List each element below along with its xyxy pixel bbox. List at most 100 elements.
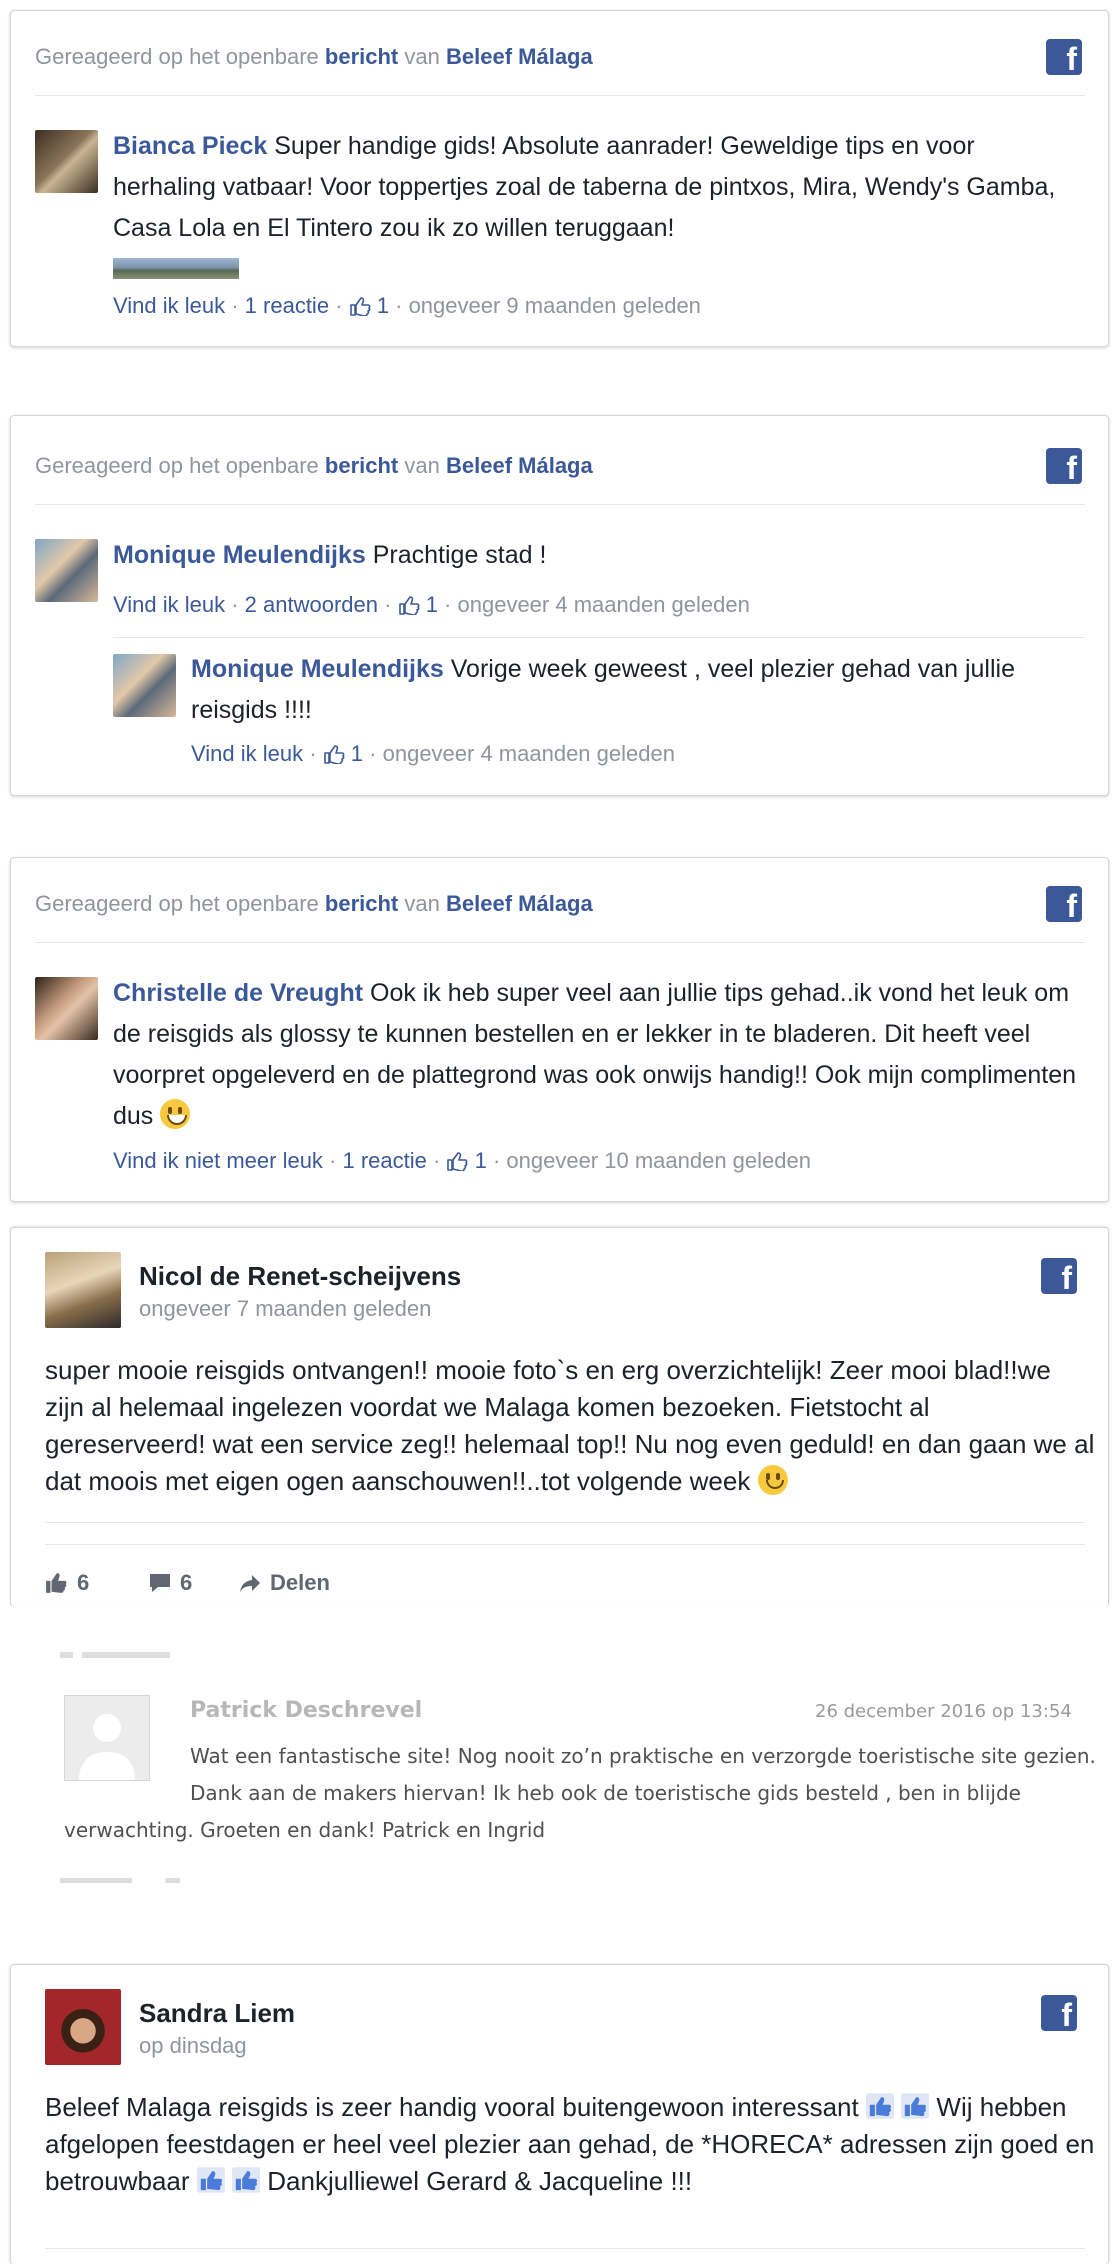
post-body: Beleef Malaga reisgids is zeer handig vo… <box>45 2089 1095 2200</box>
replies-link[interactable]: 2 antwoorden <box>245 592 378 617</box>
page-link[interactable]: Beleef Málaga <box>446 453 593 478</box>
comment-meta: Vind ik leuk · 1 reactie · 1 · ongeveer … <box>113 293 701 318</box>
divider <box>35 95 1085 96</box>
thumbs-up-icon <box>232 2167 260 2193</box>
replies-link[interactable]: 1 reactie <box>343 1148 427 1173</box>
post-card-sandra: Sandra Liem op dinsdag f Beleef Malaga r… <box>10 1964 1109 2264</box>
smiling-face-icon <box>757 1465 788 1495</box>
comment-card-monique: Gereageerd op het openbare bericht van B… <box>10 415 1109 796</box>
comment-author[interactable]: Bianca Pieck <box>113 132 267 160</box>
thumbs-up-icon <box>398 595 420 615</box>
post-text-3: Dankjulliewel Gerard & Jacqueline !!! <box>267 2166 693 2196</box>
thumbs-up-icon <box>46 1573 67 1593</box>
grinning-face-icon <box>160 1099 191 1129</box>
share-label: Delen <box>270 1570 330 1595</box>
comment-line-2: Dank aan de makers hiervan! Ik heb ook d… <box>190 1781 1021 1805</box>
comment-date[interactable]: 26 december 2016 op 13:54 <box>815 1701 1072 1722</box>
comment-meta: Vind ik niet meer leuk · 1 reactie · 1 ·… <box>113 1148 811 1173</box>
comment-meta: Vind ik leuk · 2 antwoorden · 1 · ongeve… <box>113 592 750 617</box>
divider <box>35 504 1085 505</box>
thumbs-up-icon <box>446 1151 468 1171</box>
reply-avatar[interactable] <box>113 654 176 717</box>
replies-link[interactable]: 1 reactie <box>245 293 329 318</box>
post-text: super mooie reisgids ontvangen!! mooie f… <box>45 1355 1095 1496</box>
timestamp: ongeveer 9 maanden geleden <box>408 293 701 318</box>
reply-like-link[interactable]: Vind ik leuk <box>191 741 303 766</box>
reply-divider <box>113 637 1085 638</box>
cut-text-bottom <box>60 1878 180 1883</box>
reply-text: Monique Meulendijks Vorige week geweest … <box>191 649 1081 731</box>
reply-meta: Vind ik leuk · 1 · ongeveer 4 maanden ge… <box>191 741 675 766</box>
author-name[interactable]: Sandra Liem <box>139 1998 295 2029</box>
comment-bubble-icon <box>150 1574 170 1592</box>
like-count[interactable]: 1 <box>377 293 389 318</box>
like-count: 6 <box>77 1570 90 1595</box>
facebook-icon[interactable]: f <box>1041 1258 1077 1294</box>
site-comment-patrick: Patrick Deschrevel 26 december 2016 op 1… <box>0 1640 1120 1890</box>
attached-photo[interactable] <box>113 258 239 279</box>
cut-text-top <box>60 1652 170 1658</box>
header-prefix: Gereageerd op het openbare <box>35 891 319 916</box>
facebook-icon[interactable]: f <box>1046 886 1082 922</box>
avatar[interactable] <box>35 539 98 602</box>
divider <box>45 1544 1085 1545</box>
comment-author[interactable]: Monique Meulendijks <box>113 541 366 569</box>
facebook-icon[interactable]: f <box>1046 39 1082 75</box>
author-name[interactable]: Patrick Deschrevel <box>190 1698 422 1723</box>
user-silhouette-icon <box>79 1714 135 1780</box>
post-card-nicol: Nicol de Renet-scheijvens ongeveer 7 maa… <box>10 1227 1109 1607</box>
header-middle: van <box>404 453 440 478</box>
like-link[interactable]: Vind ik leuk <box>113 592 225 617</box>
avatar[interactable] <box>45 1252 121 1328</box>
avatar[interactable] <box>35 130 98 193</box>
comment-count: 6 <box>180 1570 193 1595</box>
author-name[interactable]: Nicol de Renet-scheijvens <box>139 1261 461 1292</box>
header-prefix: Gereageerd op het openbare <box>35 44 319 69</box>
thumbs-up-icon <box>197 2167 225 2193</box>
page-link[interactable]: Beleef Málaga <box>446 891 593 916</box>
facebook-icon[interactable]: f <box>1046 448 1082 484</box>
page-link[interactable]: Beleef Málaga <box>446 44 593 69</box>
like-action[interactable]: 6 <box>45 1570 89 1596</box>
share-action[interactable]: Delen <box>238 1570 330 1596</box>
post-link[interactable]: bericht <box>325 453 398 478</box>
post-link[interactable]: bericht <box>325 891 398 916</box>
card-header: Gereageerd op het openbare bericht van B… <box>35 453 593 479</box>
divider <box>35 942 1085 943</box>
timestamp: ongeveer 10 maanden geleden <box>506 1148 811 1173</box>
comment-line-1: Wat een fantastische site! Nog nooit zo’… <box>190 1744 1096 1768</box>
timestamp[interactable]: op dinsdag <box>139 2033 247 2059</box>
unlike-link[interactable]: Vind ik niet meer leuk <box>113 1148 323 1173</box>
facebook-icon[interactable]: f <box>1041 1995 1077 2031</box>
reply-author[interactable]: Monique Meulendijks <box>191 655 444 683</box>
header-prefix: Gereageerd op het openbare <box>35 453 319 478</box>
thumbs-up-icon <box>901 2093 929 2119</box>
thumbs-up-icon <box>323 744 345 764</box>
divider <box>45 2248 1085 2249</box>
like-count[interactable]: 1 <box>426 592 438 617</box>
thumbs-up-icon <box>866 2093 894 2119</box>
header-middle: van <box>404 44 440 69</box>
avatar[interactable] <box>45 1989 121 2065</box>
timestamp[interactable]: ongeveer 7 maanden geleden <box>139 1296 431 1322</box>
avatar-placeholder[interactable] <box>64 1695 150 1781</box>
avatar[interactable] <box>35 977 98 1040</box>
comment-author[interactable]: Christelle de Vreught <box>113 979 363 1007</box>
share-arrow-icon <box>240 1575 260 1592</box>
like-count[interactable]: 1 <box>475 1148 487 1173</box>
comment-text: Bianca Pieck Super handige gids! Absolut… <box>113 126 1083 249</box>
post-text-1: Beleef Malaga reisgids is zeer handig vo… <box>45 2092 859 2122</box>
comment-text: Monique Meulendijks Prachtige stad ! <box>113 535 1083 576</box>
card-header: Gereageerd op het openbare bericht van B… <box>35 44 593 70</box>
divider <box>45 1522 1085 1523</box>
comment-action[interactable]: 6 <box>148 1570 192 1596</box>
like-link[interactable]: Vind ik leuk <box>113 293 225 318</box>
comment-line-3: verwachting. Groeten en dank! Patrick en… <box>64 1818 546 1842</box>
post-body: super mooie reisgids ontvangen!! mooie f… <box>45 1352 1095 1500</box>
post-link[interactable]: bericht <box>325 44 398 69</box>
comment-text: Christelle de Vreught Ook ik heb super v… <box>113 973 1088 1137</box>
reply-like-count[interactable]: 1 <box>351 741 363 766</box>
comment-card-christelle: Gereageerd op het openbare bericht van B… <box>10 857 1109 1202</box>
card-header: Gereageerd op het openbare bericht van B… <box>35 891 593 917</box>
thumbs-up-icon <box>349 296 371 316</box>
